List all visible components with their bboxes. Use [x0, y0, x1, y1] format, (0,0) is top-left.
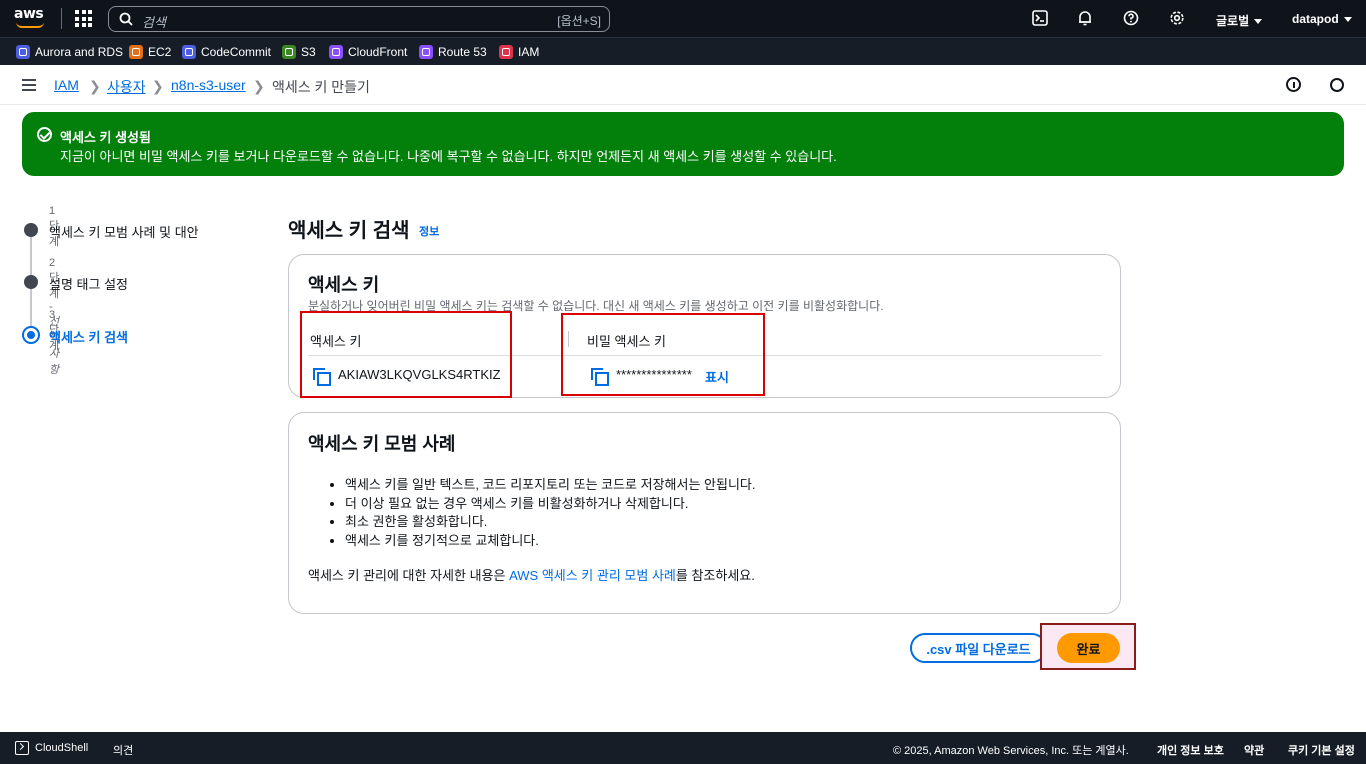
info-panel-icon[interactable] [1286, 77, 1301, 92]
favorite-label: Route 53 [438, 45, 487, 59]
iam-icon [499, 45, 513, 59]
gear-icon[interactable] [1168, 9, 1186, 27]
aws-smile-icon [16, 22, 44, 28]
top-navigation: aws 검색 [옵션+S] 글로벌 datapod [0, 0, 1366, 37]
breadcrumb-bar: IAM ❯ 사용자 ❯ n8n-s3-user ❯ 액세스 키 만들기 [0, 65, 1366, 105]
bell-icon[interactable] [1076, 9, 1094, 27]
aws-logo-text: aws [14, 6, 44, 22]
footer-cloudshell[interactable]: CloudShell [35, 742, 88, 754]
chevron-down-icon [1254, 19, 1263, 25]
best-practices-title: 액세스 키 모범 사례 [308, 434, 456, 454]
favorite-aurora-rds[interactable]: Aurora and RDS [16, 44, 123, 60]
search-shortcut: [옵션+S] [557, 14, 601, 28]
flash-title: 액세스 키 생성됨 [60, 130, 151, 145]
rds-icon [16, 45, 30, 59]
favorite-cloudfront[interactable]: CloudFront [329, 44, 407, 60]
cloudshell-icon[interactable] [15, 741, 29, 755]
access-key-title: 액세스 키 [308, 275, 380, 295]
step-label: 설명 태그 설정 [49, 277, 128, 292]
step-connector [30, 289, 32, 329]
step-label: 액세스 키 모범 사례 및 대안 [49, 225, 199, 240]
list-item: 최소 권한을 활성화합니다. [345, 513, 756, 532]
codecommit-icon [182, 45, 196, 59]
favorite-s3[interactable]: S3 [282, 44, 316, 60]
search-placeholder: 검색 [142, 15, 166, 30]
favorite-ec2[interactable]: EC2 [129, 44, 171, 60]
flash-message: 지금이 아니면 비밀 액세스 키를 보거나 다운로드할 수 없습니다. 나중에 … [60, 149, 837, 164]
favorite-label: IAM [518, 45, 540, 59]
best-practices-container: 액세스 키 모범 사례 액세스 키를 일반 텍스트, 코드 리포지토리 또는 코… [288, 412, 1121, 614]
list-item: 더 이상 필요 없는 경우 액세스 키를 비활성화하거나 삭제합니다. [345, 495, 756, 514]
favorites-bar: Aurora and RDS EC2 CodeCommit S3 CloudFr… [0, 37, 1366, 65]
favorite-label: Aurora and RDS [35, 45, 124, 59]
favorite-route53[interactable]: Route 53 [419, 44, 487, 60]
route53-icon [419, 45, 433, 59]
footer-feedback[interactable]: 의견 [113, 742, 133, 758]
step-active-dot-icon [22, 326, 40, 344]
check-circle-icon [37, 127, 52, 142]
highlight-box [561, 313, 765, 396]
step-label: 액세스 키 검색 [49, 330, 128, 345]
best-practices-list: 액세스 키를 일반 텍스트, 코드 리포지토리 또는 코드로 저장해서는 안됩니… [345, 476, 756, 550]
favorite-label: EC2 [148, 45, 172, 59]
search-input[interactable]: 검색 [옵션+S] [108, 6, 610, 32]
step-connector [30, 237, 32, 275]
best-practices-link[interactable]: AWS 액세스 키 관리 모범 사례 [509, 568, 676, 583]
cloudfront-icon [329, 45, 343, 59]
nav-divider [61, 8, 62, 29]
help-icon[interactable] [1122, 9, 1140, 27]
footer-cookies[interactable]: 쿠키 기본 설정 [1288, 742, 1355, 758]
highlight-box [300, 311, 512, 398]
breadcrumb-iam[interactable]: IAM [54, 77, 79, 93]
chevron-right-icon: ❯ [152, 78, 164, 94]
footer-privacy[interactable]: 개인 정보 보호 [1157, 742, 1224, 758]
breadcrumb-user[interactable]: n8n-s3-user [171, 77, 246, 93]
info-link[interactable]: 정보 [419, 223, 439, 239]
services-grid-icon[interactable] [75, 10, 92, 27]
favorite-label: CodeCommit [201, 45, 272, 59]
favorite-label: CloudFront [348, 45, 408, 59]
footer-copyright: © 2025, Amazon Web Services, Inc. 또는 계열사… [893, 745, 1129, 757]
ec2-icon [129, 45, 143, 59]
aws-logo[interactable]: aws [14, 7, 48, 31]
region-label: 글로벌 [1216, 14, 1250, 28]
done-button[interactable]: 완료 [1057, 633, 1120, 663]
success-flashbar: 액세스 키 생성됨 지금이 아니면 비밀 액세스 키를 보거나 다운로드할 수 … [22, 112, 1344, 176]
favorite-codecommit[interactable]: CodeCommit [182, 44, 271, 60]
account-label: datapod [1292, 12, 1339, 26]
account-menu[interactable]: datapod [1292, 12, 1352, 26]
favorite-iam[interactable]: IAM [499, 44, 539, 60]
step-dot-icon [24, 275, 38, 289]
search-icon [119, 12, 133, 26]
page-title: 액세스 키 검색 [288, 220, 410, 242]
chevron-right-icon: ❯ [253, 78, 265, 94]
list-item: 액세스 키를 일반 텍스트, 코드 리포지토리 또는 코드로 저장해서는 안됩니… [345, 476, 756, 495]
step-dot-icon [24, 223, 38, 237]
footer-terms[interactable]: 약관 [1244, 742, 1264, 758]
region-selector[interactable]: 글로벌 [1216, 12, 1263, 29]
breadcrumb-current: 액세스 키 만들기 [272, 79, 370, 95]
download-csv-button[interactable]: .csv 파일 다운로드 [910, 633, 1047, 663]
more-info-text: 액세스 키 관리에 대한 자세한 내용은 AWS 액세스 키 관리 모범 사례를… [308, 568, 755, 583]
footer: CloudShell 의견 © 2025, Amazon Web Service… [0, 732, 1366, 764]
preferences-icon[interactable] [1330, 78, 1344, 92]
list-item: 액세스 키를 정기적으로 교체합니다. [345, 532, 756, 551]
s3-icon [282, 45, 296, 59]
menu-icon[interactable] [22, 79, 36, 91]
chevron-right-icon: ❯ [89, 78, 101, 94]
favorite-label: S3 [301, 45, 316, 59]
breadcrumb-users[interactable]: 사용자 [107, 77, 146, 97]
chevron-down-icon [1343, 17, 1352, 23]
cloudshell-icon[interactable] [1031, 9, 1049, 27]
